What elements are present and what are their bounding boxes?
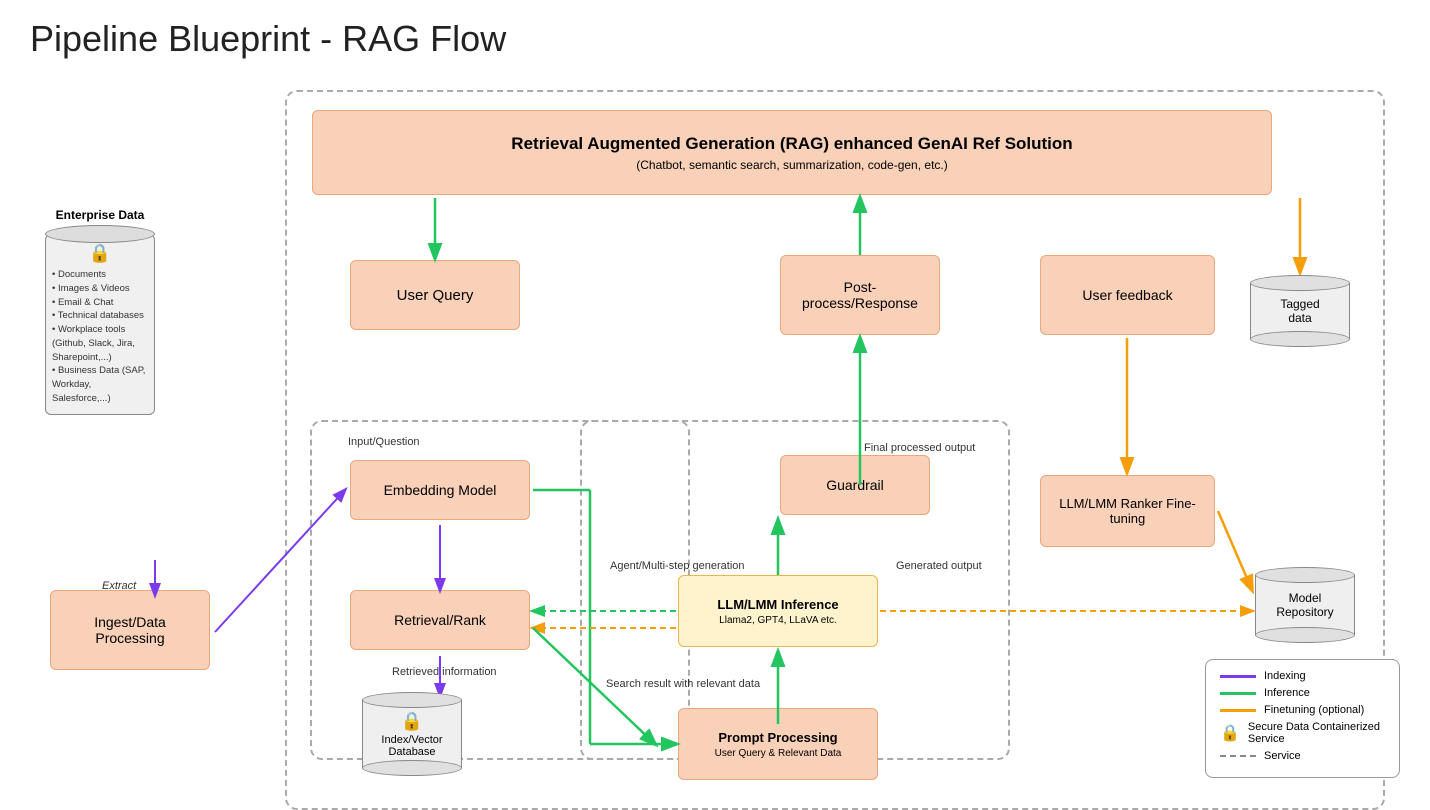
ingest-data-box: Ingest/Data Processing: [50, 590, 210, 670]
enterprise-list-item: Business Data (SAP, Workday, Salesforce,…: [52, 364, 148, 405]
user-query-box: User Query: [350, 260, 520, 330]
post-process-box: Post- process/Response: [780, 255, 940, 335]
rag-title-box: Retrieval Augmented Generation (RAG) enh…: [312, 110, 1272, 195]
index-vector-db: ⠀ 🔒 Index/Vector Database: [362, 692, 462, 776]
ingest-data-label: Ingest/Data Processing: [94, 614, 166, 646]
enterprise-data-label: Enterprise Data: [45, 208, 155, 222]
enterprise-list: Documents Images & Videos Email & Chat T…: [52, 268, 148, 406]
db-top: ⠀: [362, 692, 462, 708]
retrieval-rank-box: Retrieval/Rank: [350, 590, 530, 650]
prompt-processing-label: Prompt Processing: [718, 730, 837, 745]
legend-secure: 🔒 Secure Data Containerized Service: [1220, 721, 1385, 745]
legend-inference: Inference: [1220, 687, 1385, 699]
model-repo-bottom: [1255, 627, 1355, 643]
post-process-label: Post- process/Response: [802, 279, 918, 311]
tagged-bottom: [1250, 331, 1350, 347]
db-bottom: [362, 760, 462, 776]
legend-lock-icon: 🔒: [1220, 723, 1240, 743]
llm-inference-box: LLM/LMM Inference Llama2, GPT4, LLaVA et…: [678, 575, 878, 647]
enterprise-list-item: Technical databases: [52, 309, 148, 323]
tagged-top: [1250, 275, 1350, 291]
legend-dashed: Service: [1220, 750, 1385, 762]
legend-box: Indexing Inference Finetuning (optional)…: [1205, 659, 1400, 778]
legend-indexing: Indexing: [1220, 670, 1385, 682]
legend-dashed-line: [1220, 755, 1256, 757]
retrieval-rank-label: Retrieval/Rank: [394, 612, 486, 628]
rag-title-text: Retrieval Augmented Generation (RAG) enh…: [511, 134, 1072, 154]
embedding-model-label: Embedding Model: [384, 482, 497, 498]
prompt-processing-box: Prompt Processing User Query & Relevant …: [678, 708, 878, 780]
enterprise-list-item: Images & Videos: [52, 282, 148, 296]
guardrail-box: Guardrail: [780, 455, 930, 515]
legend-finetuning-line: [1220, 709, 1256, 712]
label-input-question: Input/Question: [348, 436, 420, 448]
cylinder-body: 🔒 Documents Images & Videos Email & Chat…: [45, 234, 155, 415]
enterprise-list-item: Workplace tools (Github, Slack, Jira, Sh…: [52, 323, 148, 364]
model-repo-top: [1255, 567, 1355, 583]
label-search-result: Search result with relevant data: [606, 678, 760, 690]
tagged-label: Tagged data: [1280, 297, 1319, 325]
legend-dashed-label: Service: [1264, 750, 1301, 762]
diagram-area: Retrieval Augmented Generation (RAG) enh…: [20, 80, 1410, 790]
llm-ranker-box: LLM/LMM Ranker Fine- tuning: [1040, 475, 1215, 547]
legend-indexing-line: [1220, 675, 1256, 678]
llm-inference-label: LLM/LMM Inference: [717, 597, 838, 612]
llm-inference-sub: Llama2, GPT4, LLaVA etc.: [719, 615, 837, 626]
label-agent-multi: Agent/Multi-step generation: [610, 560, 745, 572]
legend-indexing-label: Indexing: [1264, 670, 1306, 682]
db-label: Index/Vector Database: [381, 734, 442, 758]
legend-finetuning-label: Finetuning (optional): [1264, 704, 1364, 716]
cylinder-top: [45, 225, 155, 243]
legend-finetuning: Finetuning (optional): [1220, 704, 1385, 716]
legend-inference-label: Inference: [1264, 687, 1310, 699]
user-query-label: User Query: [397, 287, 474, 304]
llm-ranker-label: LLM/LMM Ranker Fine- tuning: [1059, 496, 1196, 526]
lock-icon-db: 🔒: [401, 711, 423, 732]
label-final-processed: Final processed output: [864, 442, 975, 454]
label-extract: Extract: [102, 580, 136, 592]
embedding-model-box: Embedding Model: [350, 460, 530, 520]
legend-inference-line: [1220, 692, 1256, 695]
prompt-processing-sub: User Query & Relevant Data: [715, 748, 842, 759]
legend-secure-label: Secure Data Containerized Service: [1248, 721, 1385, 745]
label-retrieved-info: Retrieved information: [392, 666, 497, 678]
rag-subtitle-text: (Chatbot, semantic search, summarization…: [636, 158, 947, 172]
guardrail-label: Guardrail: [826, 477, 884, 493]
model-repo-middle: Model Repository: [1255, 575, 1355, 635]
enterprise-list-item: Documents: [52, 268, 148, 282]
label-generated-output: Generated output: [896, 560, 982, 572]
tagged-data-db: Tagged data: [1250, 275, 1350, 347]
user-feedback-box: User feedback: [1040, 255, 1215, 335]
model-repo-db: Model Repository: [1255, 567, 1355, 643]
user-feedback-label: User feedback: [1082, 287, 1172, 303]
enterprise-data-cylinder: 🔒 Documents Images & Videos Email & Chat…: [45, 225, 155, 415]
page-title: Pipeline Blueprint - RAG Flow: [0, 0, 1430, 70]
model-repo-label: Model Repository: [1276, 591, 1333, 619]
enterprise-list-item: Email & Chat: [52, 296, 148, 310]
db-middle: 🔒 Index/Vector Database: [362, 700, 462, 768]
lock-icon-enterprise: 🔒: [89, 243, 111, 264]
